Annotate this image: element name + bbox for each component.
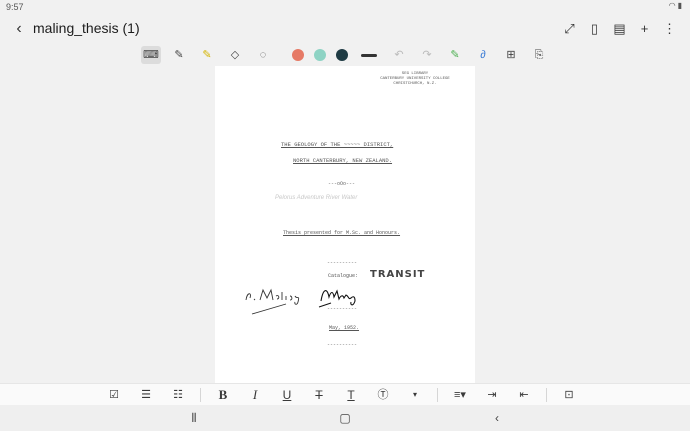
page-list-icon[interactable]: ▤ (609, 19, 630, 39)
format-toolbar: ☑ ☰ ☷ B I U T T Ⓣ ▾ ≡▾ ⇥ ⇤ ⊡ (0, 383, 690, 405)
lasso-icon[interactable]: ◌ (253, 46, 273, 64)
faint-handwriting: Pelorus Adventure River Water (275, 195, 358, 201)
toolbar-divider (546, 387, 547, 402)
status-icons: ◠▮ (669, 1, 684, 10)
divider: ---oOo--- (328, 181, 356, 187)
thesis-note: Thesis presented for M.Sc. and Honours. (283, 230, 401, 236)
stroke-width-icon[interactable] (361, 53, 377, 57)
document-title: maling_thesis (1) (33, 20, 140, 36)
system-nav-bar: ⦀ ▢ ‹ (0, 405, 690, 431)
bold-button[interactable]: B (213, 386, 233, 404)
align-icon[interactable]: ≡▾ (450, 386, 470, 404)
wifi-icon: ◠ (668, 1, 678, 10)
numbered-list-icon[interactable]: ☰ (136, 386, 156, 404)
more-icon[interactable]: ⋮ (659, 19, 680, 39)
thesis-title-line2: NORTH CANTERBURY, NEW ZEALAND. (293, 157, 393, 164)
title-bar: ‹ maling_thesis (1) ⤢ ▯ ▤ + ⋮ (0, 14, 690, 44)
pen-toolbar: ⌨ ✎ ✎ ◇ ◌ ↶ ↷ ✎ ∂ ⊞ ⎘ (0, 44, 690, 66)
insert-icon[interactable]: ⎘ (529, 46, 549, 64)
eraser-icon[interactable]: ◇ (225, 46, 245, 64)
text-style-icon[interactable]: Ⓣ (373, 386, 393, 404)
document-page[interactable]: SEG LIBRARY CANTERBURY UNIVERSITY COLLEG… (215, 66, 475, 384)
library-stamp-line: CHRISTCHURCH, N.Z. (393, 82, 437, 86)
strikethrough-button[interactable]: T (309, 386, 329, 404)
text-color-button[interactable]: T (341, 386, 361, 404)
library-stamp: SEG LIBRARY CANTERBURY UNIVERSITY COLLEG… (365, 72, 465, 87)
redo-icon[interactable]: ↷ (417, 46, 437, 64)
highlighter-icon[interactable]: ✎ (197, 46, 217, 64)
undo-icon[interactable]: ↶ (389, 46, 409, 64)
divider: ---------- (327, 260, 358, 266)
checkbox-icon[interactable]: ☑ (104, 386, 124, 404)
underline-button[interactable]: U (277, 386, 297, 404)
toolbar-divider (437, 387, 438, 402)
status-time: 9:57 (6, 2, 24, 12)
pen-icon[interactable]: ✎ (169, 46, 189, 64)
italic-button[interactable]: I (245, 386, 265, 404)
dropdown-icon[interactable]: ▾ (405, 386, 425, 404)
transit-stamp: TRANSIT (370, 269, 426, 280)
battery-icon: ▮ (677, 1, 684, 10)
text-box-icon[interactable]: ⊞ (501, 46, 521, 64)
title-actions: ⤢ ▯ ▤ + ⋮ (559, 19, 680, 39)
divider: ---------- (327, 342, 358, 348)
home-icon[interactable]: ▢ (335, 409, 355, 427)
bullet-list-icon[interactable]: ☷ (168, 386, 188, 404)
recent-apps-icon[interactable]: ⦀ (184, 409, 204, 427)
expand-icon[interactable]: ⤢ (559, 19, 580, 39)
back-icon[interactable]: ‹ (10, 19, 28, 39)
thesis-title-line1: THE GEOLOGY OF THE ~~~~~ DISTRICT, (281, 141, 394, 148)
add-icon[interactable]: + (634, 19, 655, 39)
toolbar-divider (200, 387, 201, 402)
divider: ---------- (327, 306, 358, 312)
signature-left (245, 288, 300, 315)
indent-icon[interactable]: ⇥ (482, 386, 502, 404)
color-swatch-coral[interactable] (292, 49, 304, 61)
pen-settings-icon[interactable]: ✎ (445, 46, 465, 64)
status-bar: 9:57 ◠▮ (0, 0, 690, 14)
book-view-icon[interactable]: ▯ (584, 19, 605, 39)
color-swatch-dark-teal[interactable] (336, 49, 348, 61)
back-nav-icon[interactable]: ‹ (487, 409, 507, 427)
color-swatch-mint[interactable] (314, 49, 326, 61)
keyboard-icon[interactable]: ⌨ (141, 46, 161, 64)
shape-icon[interactable]: ∂ (473, 46, 493, 64)
thesis-date: May, 1952. (329, 325, 360, 331)
text-recognize-icon[interactable]: ⊡ (559, 386, 579, 404)
outdent-icon[interactable]: ⇤ (514, 386, 534, 404)
